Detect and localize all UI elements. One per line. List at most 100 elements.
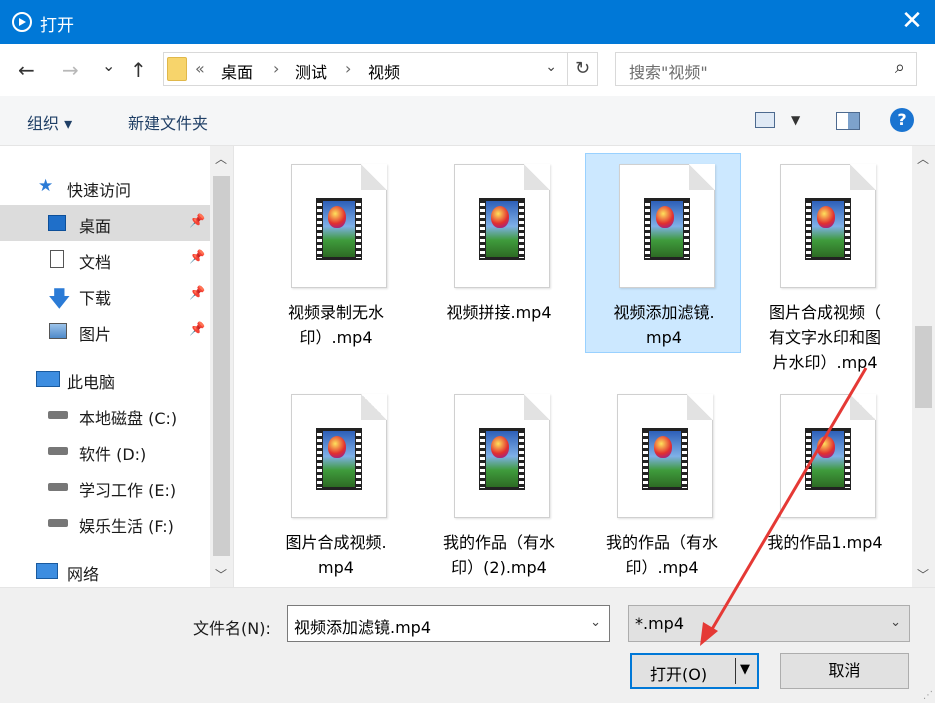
network-icon: [36, 563, 58, 579]
sidebar-item-downloads[interactable]: 🡇 下载 📌: [0, 277, 210, 313]
sidebar-item-label: 娱乐生活 (F:): [79, 517, 174, 536]
download-icon: 🡇: [48, 287, 71, 312]
filename-label: 文件名(N):: [193, 619, 271, 638]
scroll-down-icon[interactable]: ﹀: [917, 566, 929, 583]
nav-pane-scrollbar[interactable]: ︿ ﹀: [210, 146, 233, 587]
refresh-button[interactable]: ↻: [567, 52, 598, 86]
window-title: 打开: [40, 16, 74, 36]
file-name: 我的作品1.mp4: [767, 533, 883, 552]
up-button[interactable]: ↑: [130, 58, 147, 82]
file-name: 我的作品（有水 印）.mp4: [605, 533, 718, 577]
breadcrumb-separator[interactable]: ›: [345, 59, 351, 78]
drive-icon: [48, 519, 68, 527]
file-list: 视频录制无水 印）.mp4 视频拼接.mp4 视频添加滤镜. mp4 图片合成视频（…: [234, 146, 912, 587]
sidebar-item-label: 图片: [79, 325, 112, 344]
file-name: 图片合成视频（ 有文字水印和图 片水印）.mp4: [768, 303, 881, 372]
view-mode-icon[interactable]: [755, 112, 775, 128]
file-name: 我的作品（有水 印）(2).mp4: [442, 533, 555, 577]
sidebar-item-label: 此电脑: [67, 373, 116, 392]
pin-icon[interactable]: 📌: [189, 250, 205, 265]
video-file-icon: [291, 394, 387, 518]
sidebar-item-desktop[interactable]: 桌面 📌: [0, 205, 210, 241]
split-divider: [735, 658, 736, 684]
sidebar-item-drive-d[interactable]: 软件 (D:): [0, 433, 210, 469]
new-folder-button[interactable]: 新建文件夹: [128, 110, 208, 134]
file-list-scrollbar[interactable]: ︿ ﹀: [912, 146, 935, 587]
forward-button[interactable]: →: [62, 58, 79, 82]
search-box[interactable]: 搜索"视频" ⌕: [615, 52, 917, 86]
file-name: 图片合成视频. mp4: [285, 533, 387, 577]
scroll-down-icon[interactable]: ﹀: [215, 566, 227, 583]
file-type-select[interactable]: *.mp4 ⌄: [628, 605, 910, 642]
search-placeholder[interactable]: 搜索"视频": [629, 59, 708, 83]
sidebar-item-label: 软件 (D:): [79, 445, 147, 464]
breadcrumb-separator[interactable]: ›: [273, 59, 279, 78]
sidebar-item-label: 学习工作 (E:): [79, 481, 177, 500]
sidebar-item-label: 桌面: [79, 217, 112, 236]
pin-icon[interactable]: 📌: [189, 214, 205, 229]
file-item-selected[interactable]: 视频添加滤镜. mp4: [585, 153, 741, 353]
chevron-down-icon[interactable]: ⌄: [590, 615, 601, 630]
video-file-icon: [454, 164, 550, 288]
scroll-up-icon[interactable]: ︿: [215, 150, 227, 167]
file-name: 视频拼接.mp4: [446, 303, 552, 322]
file-type-value[interactable]: *.mp4: [635, 614, 684, 633]
breadcrumb-desktop[interactable]: 桌面: [221, 59, 253, 83]
sidebar-item-network[interactable]: 网络: [0, 553, 210, 589]
pin-icon[interactable]: 📌: [189, 322, 205, 337]
file-item[interactable]: 我的作品（有水 印）.mp4: [584, 384, 740, 584]
sidebar-item-this-pc[interactable]: 此电脑: [0, 361, 210, 397]
filename-value[interactable]: 视频添加滤镜.mp4: [294, 614, 431, 638]
organize-menu[interactable]: 组织 ▾: [27, 110, 72, 134]
file-item[interactable]: 图片合成视频. mp4: [258, 384, 414, 584]
video-file-icon: [291, 164, 387, 288]
pin-icon[interactable]: 📌: [189, 286, 205, 301]
overflow-chevron[interactable]: «: [195, 59, 205, 78]
breadcrumb-video[interactable]: 视频: [368, 59, 400, 83]
help-icon[interactable]: ?: [890, 108, 914, 132]
cancel-button[interactable]: 取消: [780, 653, 909, 689]
file-item[interactable]: 我的作品（有水 印）(2).mp4: [421, 384, 577, 584]
document-icon: [50, 250, 64, 268]
back-button[interactable]: ←: [18, 58, 35, 82]
navigation-pane: ★ 快速访问 桌面 📌 文档 📌 🡇 下载 📌 图片 📌 此电脑 本地磁盘 (C…: [0, 146, 233, 587]
drive-icon: [48, 411, 68, 419]
sidebar-item-label: 文档: [79, 253, 112, 272]
breadcrumb-test[interactable]: 测试: [295, 59, 327, 83]
open-options-dropdown-icon[interactable]: ▼: [740, 662, 750, 677]
file-item[interactable]: 我的作品1.mp4: [747, 384, 903, 584]
filename-field[interactable]: 视频添加滤镜.mp4 ⌄: [287, 605, 610, 642]
sidebar-item-label: 快速访问: [67, 181, 132, 200]
scroll-thumb[interactable]: [915, 326, 932, 408]
preview-pane-icon[interactable]: [836, 112, 860, 130]
pictures-icon: [49, 323, 67, 339]
file-item[interactable]: 视频拼接.mp4: [421, 154, 577, 354]
file-name: 视频录制无水 印）.mp4: [287, 303, 384, 347]
star-icon: ★: [38, 176, 54, 196]
sidebar-item-documents[interactable]: 文档 📌: [0, 241, 210, 277]
file-item[interactable]: 视频录制无水 印）.mp4: [258, 154, 414, 354]
video-file-icon: [454, 394, 550, 518]
video-file-icon: [619, 164, 715, 288]
video-file-icon: [617, 394, 713, 518]
recent-locations-button[interactable]: ⌄: [102, 56, 115, 75]
sidebar-item-drive-c[interactable]: 本地磁盘 (C:): [0, 397, 210, 433]
address-bar[interactable]: « 桌面 › 测试 › 视频 ⌄: [163, 52, 598, 86]
chevron-down-icon[interactable]: ⌄: [890, 615, 901, 630]
close-button[interactable]: ✕: [889, 0, 935, 44]
sidebar-item-pictures[interactable]: 图片 📌: [0, 313, 210, 349]
view-dropdown-icon[interactable]: ▼: [791, 113, 800, 127]
file-item[interactable]: 图片合成视频（ 有文字水印和图 片水印）.mp4: [747, 154, 903, 372]
search-icon[interactable]: ⌕: [895, 57, 905, 78]
scroll-up-icon[interactable]: ︿: [917, 150, 929, 167]
open-button[interactable]: 打开(O) ▼: [630, 653, 759, 689]
sidebar-item-drive-e[interactable]: 学习工作 (E:): [0, 469, 210, 505]
sidebar-item-quick-access[interactable]: ★ 快速访问: [0, 169, 210, 205]
scroll-thumb[interactable]: [213, 176, 230, 556]
address-dropdown-icon[interactable]: ⌄: [545, 59, 557, 75]
video-file-icon: [780, 394, 876, 518]
resize-grip[interactable]: ⋰: [923, 690, 933, 701]
open-button-label[interactable]: 打开(O): [650, 661, 707, 685]
sidebar-item-drive-f[interactable]: 娱乐生活 (F:): [0, 505, 210, 541]
sidebar-item-label: 网络: [67, 565, 100, 584]
